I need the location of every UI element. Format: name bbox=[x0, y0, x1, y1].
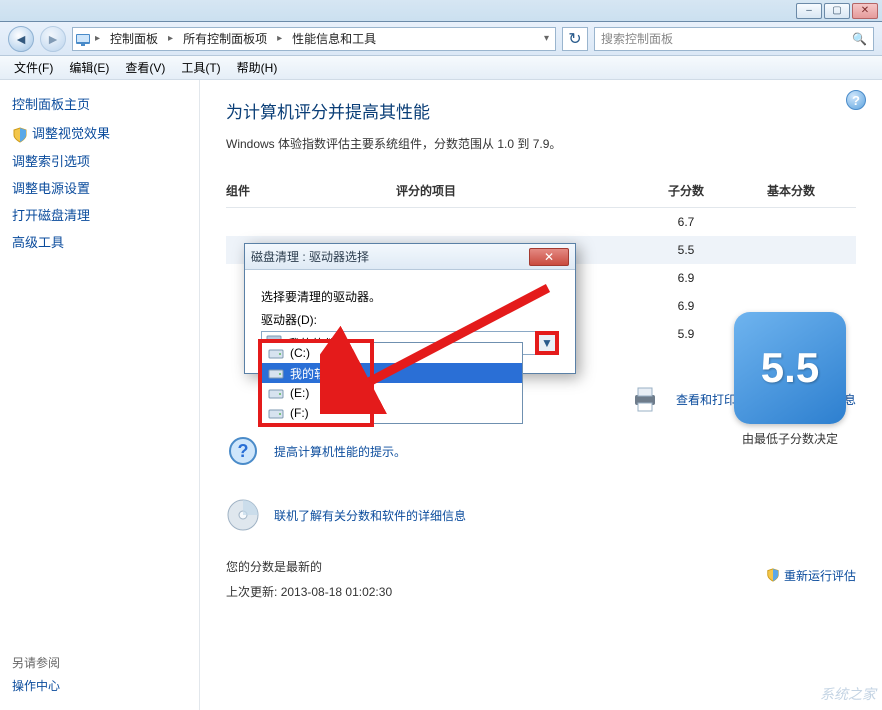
sidebar-link-indexing[interactable]: 调整索引选项 bbox=[12, 151, 187, 170]
sidebar-link-visual-effects[interactable]: 调整视觉效果 bbox=[12, 123, 187, 143]
menu-bar: 文件(F) 编辑(E) 查看(V) 工具(T) 帮助(H) bbox=[0, 56, 882, 80]
disk-cleanup-dialog: 磁盘清理 : 驱动器选择 ✕ 选择要清理的驱动器。 驱动器(D): 我的软件 (… bbox=[244, 243, 576, 374]
help-icon: ? bbox=[226, 434, 260, 468]
dropdown-button[interactable]: ▼ bbox=[535, 331, 559, 355]
last-updated-value: 2013-08-18 01:02:30 bbox=[281, 585, 392, 599]
last-updated-label: 上次更新: bbox=[226, 585, 277, 599]
page-description: Windows 体验指数评估主要系统组件，分数范围从 1.0 到 7.9。 bbox=[226, 135, 856, 152]
sidebar-link-label: 调整视觉效果 bbox=[32, 126, 110, 141]
maximize-button[interactable]: ▢ bbox=[824, 3, 850, 19]
control-panel-icon bbox=[73, 31, 93, 47]
window-titlebar: – ▢ ✕ bbox=[0, 0, 882, 22]
subscore-value: 6.9 bbox=[646, 299, 726, 313]
dialog-close-button[interactable]: ✕ bbox=[529, 248, 569, 266]
menu-tools[interactable]: 工具(T) bbox=[173, 56, 228, 79]
watermark: 系统之家 bbox=[820, 684, 876, 704]
subscore-value: 6.7 bbox=[646, 215, 726, 229]
subscore-value: 6.9 bbox=[646, 271, 726, 285]
drive-field-label: 驱动器(D): bbox=[261, 311, 559, 328]
drive-option-label: (F:) bbox=[290, 406, 309, 420]
chevron-right-icon: ▸ bbox=[93, 33, 102, 44]
page-title: 为计算机评分并提高其性能 bbox=[226, 98, 856, 123]
breadcrumb[interactable]: ▸ 控制面板 ▸ 所有控制面板项 ▸ 性能信息和工具 ▾ bbox=[72, 27, 556, 51]
col-component: 组件 bbox=[226, 182, 396, 199]
disc-icon bbox=[226, 498, 260, 532]
last-updated: 上次更新: 2013-08-18 01:02:30 bbox=[226, 583, 392, 600]
rerun-label: 重新运行评估 bbox=[784, 567, 856, 584]
breadcrumb-seg-1[interactable]: 所有控制面板项 bbox=[175, 28, 275, 50]
breadcrumb-seg-0[interactable]: 控制面板 bbox=[102, 28, 166, 50]
address-bar-row: ◄ ► ▸ 控制面板 ▸ 所有控制面板项 ▸ 性能信息和工具 ▾ ↻ 搜索控制面… bbox=[0, 22, 882, 56]
rerun-assessment-link[interactable]: 重新运行评估 bbox=[766, 567, 856, 584]
dialog-title: 磁盘清理 : 驱动器选择 bbox=[251, 248, 369, 265]
sidebar-home-link[interactable]: 控制面板主页 bbox=[12, 94, 187, 113]
see-also-header: 另请参阅 bbox=[12, 654, 60, 671]
score-latest-note: 您的分数是最新的 bbox=[226, 558, 392, 575]
search-input[interactable]: 搜索控制面板 🔍 bbox=[594, 27, 874, 51]
drive-option-f[interactable]: (F:) bbox=[262, 403, 522, 423]
minimize-button[interactable]: – bbox=[796, 3, 822, 19]
help-button[interactable]: ? bbox=[846, 90, 866, 110]
menu-view[interactable]: 查看(V) bbox=[117, 56, 173, 79]
score-header-row: 组件 评分的项目 子分数 基本分数 bbox=[226, 174, 856, 208]
menu-file[interactable]: 文件(F) bbox=[6, 56, 61, 79]
sidebar-link-power[interactable]: 调整电源设置 bbox=[12, 178, 187, 197]
chevron-right-icon: ▸ bbox=[166, 33, 175, 44]
close-button[interactable]: ✕ bbox=[852, 3, 878, 19]
printer-icon bbox=[628, 382, 662, 416]
score-row: 6.7 bbox=[226, 208, 856, 236]
sidebar: 控制面板主页 调整视觉效果 调整索引选项 调整电源设置 打开磁盘清理 高级工具 … bbox=[0, 80, 200, 710]
sidebar-link-disk-cleanup[interactable]: 打开磁盘清理 bbox=[12, 205, 187, 224]
breadcrumb-seg-2[interactable]: 性能信息和工具 bbox=[284, 28, 384, 50]
link-performance-tips[interactable]: 提高计算机性能的提示。 bbox=[274, 443, 406, 460]
chevron-right-icon: ▸ bbox=[275, 33, 284, 44]
drive-option-c[interactable]: (C:) bbox=[262, 343, 522, 363]
col-rated: 评分的项目 bbox=[396, 182, 646, 199]
subscore-value: 5.5 bbox=[646, 243, 726, 257]
subscore-value: 5.9 bbox=[646, 327, 726, 341]
col-basescore: 基本分数 bbox=[726, 182, 856, 199]
shield-icon bbox=[12, 127, 28, 143]
dialog-prompt: 选择要清理的驱动器。 bbox=[261, 288, 559, 305]
sidebar-link-advanced-tools[interactable]: 高级工具 bbox=[12, 232, 187, 251]
menu-help[interactable]: 帮助(H) bbox=[229, 56, 286, 79]
drive-option-e[interactable]: (E:) bbox=[262, 383, 522, 403]
sidebar-see-also: 另请参阅 操作中心 bbox=[12, 654, 60, 694]
chevron-down-icon[interactable]: ▾ bbox=[542, 33, 555, 44]
menu-edit[interactable]: 编辑(E) bbox=[61, 56, 117, 79]
link-online-row: 联机了解有关分数和软件的详细信息 bbox=[226, 498, 856, 532]
col-subscore: 子分数 bbox=[646, 182, 726, 199]
refresh-button[interactable]: ↻ bbox=[562, 27, 588, 51]
drive-dropdown: (C:) 我的软件 (D:) (E:) (F:) bbox=[261, 342, 523, 424]
link-learn-online[interactable]: 联机了解有关分数和软件的详细信息 bbox=[274, 507, 466, 524]
search-placeholder: 搜索控制面板 bbox=[601, 30, 673, 47]
base-score-badge: 5.5 bbox=[734, 312, 846, 424]
back-button[interactable]: ◄ bbox=[8, 26, 34, 52]
drive-option-label: (C:) bbox=[290, 346, 310, 360]
footer-bar: 您的分数是最新的 上次更新: 2013-08-18 01:02:30 重新运行评… bbox=[226, 550, 856, 600]
dialog-body: 选择要清理的驱动器。 驱动器(D): 我的软件 (D:) ▼ (C:) 我的软件… bbox=[245, 270, 575, 373]
search-icon: 🔍 bbox=[852, 32, 867, 46]
drive-option-d[interactable]: 我的软件 (D:) bbox=[262, 363, 522, 383]
svg-text:?: ? bbox=[238, 441, 249, 461]
dialog-titlebar[interactable]: 磁盘清理 : 驱动器选择 ✕ bbox=[245, 244, 575, 270]
shield-icon bbox=[766, 568, 780, 582]
base-score-label: 由最低子分数决定 bbox=[728, 430, 852, 447]
see-also-action-center[interactable]: 操作中心 bbox=[12, 677, 60, 694]
drive-option-label: (E:) bbox=[290, 386, 309, 400]
forward-button[interactable]: ► bbox=[40, 26, 66, 52]
drive-option-label: 我的软件 (D:) bbox=[290, 365, 361, 382]
